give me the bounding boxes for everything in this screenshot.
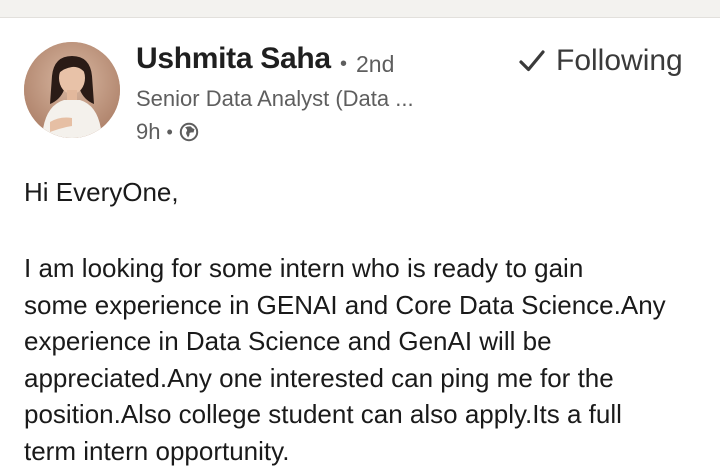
check-icon bbox=[518, 47, 546, 75]
author-name[interactable]: Ushmita Saha bbox=[136, 42, 331, 76]
name-separator: • bbox=[340, 53, 348, 75]
post-greeting: Hi EveryOne, bbox=[24, 177, 179, 207]
message-line: position.Also college student can also a… bbox=[24, 399, 622, 429]
message-line: appreciated.Any one interested can ping … bbox=[24, 362, 614, 393]
post-time: 9h bbox=[136, 119, 161, 144]
message-line: some experience in GENAI and Core Data S… bbox=[24, 289, 666, 320]
globe-icon bbox=[179, 122, 199, 142]
profile-photo-icon bbox=[24, 42, 120, 138]
author-headline: Senior Data Analyst (Data ... bbox=[136, 86, 414, 111]
connection-degree: 2nd bbox=[356, 51, 395, 77]
feed-post: Ushmita Saha • 2nd Senior Data Analyst (… bbox=[0, 18, 720, 475]
message-line: term intern opportunity. bbox=[24, 435, 290, 466]
author-avatar[interactable] bbox=[24, 42, 120, 138]
following-button[interactable]: Following bbox=[518, 44, 683, 78]
post-meta: 9h • bbox=[136, 119, 199, 145]
message-line: experience in Data Science and GenAI wil… bbox=[24, 326, 552, 356]
message-line: I am looking for some intern who is read… bbox=[24, 253, 584, 283]
following-label: Following bbox=[556, 44, 683, 77]
meta-separator: • bbox=[166, 121, 173, 142]
feed-divider bbox=[0, 0, 720, 18]
post-message: I am looking for some intern who is read… bbox=[24, 250, 714, 469]
